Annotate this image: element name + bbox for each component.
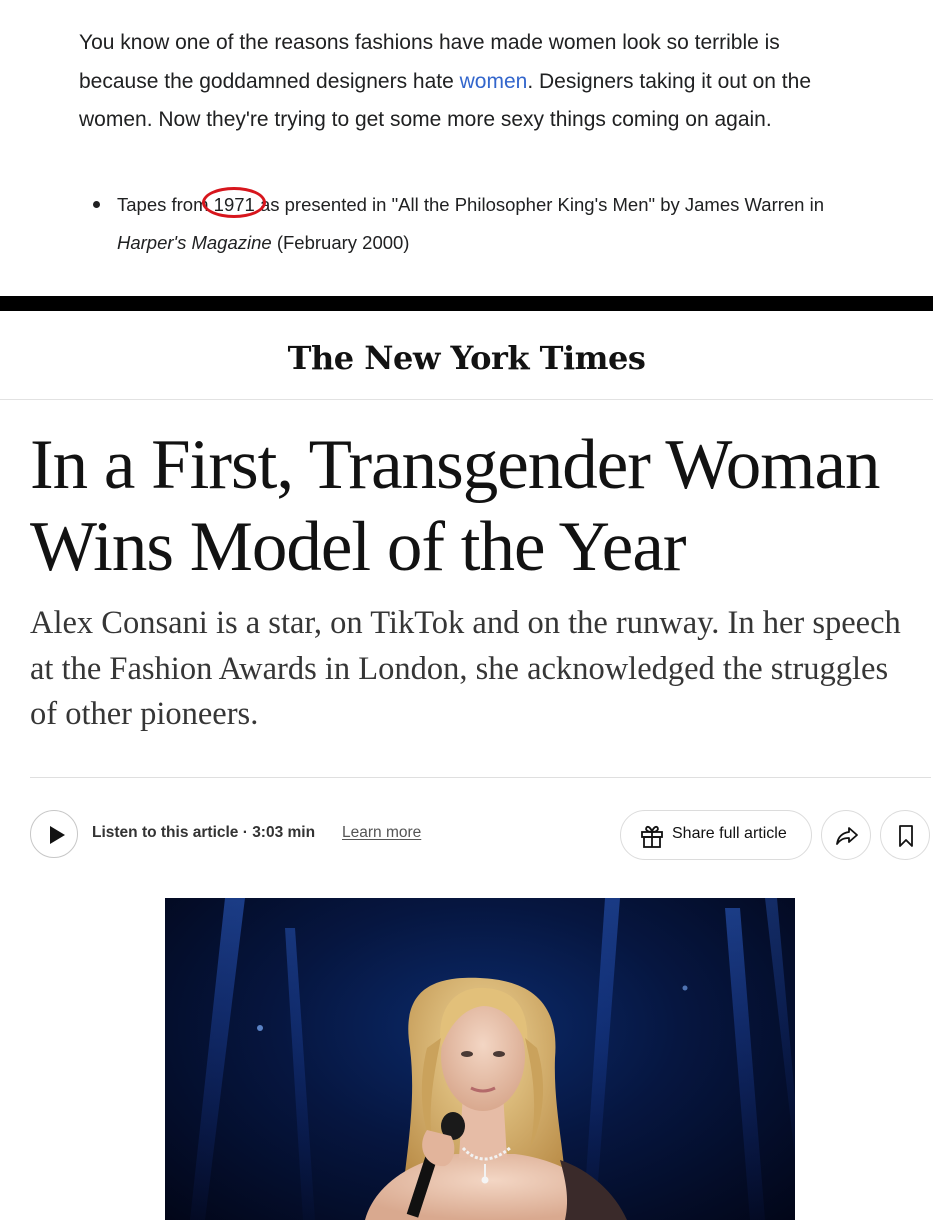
citation-prefix: Tapes from <box>117 194 214 215</box>
bullet-icon <box>93 201 100 208</box>
toolbar-divider <box>30 777 931 778</box>
women-link[interactable]: women <box>460 70 528 93</box>
model-on-stage-illustration <box>190 898 795 1220</box>
masthead-divider <box>0 399 933 400</box>
publication-name: Harper's Magazine <box>117 231 272 253</box>
source-citation: Tapes from 1971 as presented in "All the… <box>78 186 837 261</box>
share-full-article-label: Share full article <box>672 825 787 842</box>
nyt-masthead-logo[interactable]: The New York Times <box>0 339 933 377</box>
learn-more-link[interactable]: Learn more <box>342 824 421 842</box>
play-icon <box>50 826 65 844</box>
quote-text: You know one of the reasons fashions hav… <box>79 24 839 140</box>
circled-year: 1971 <box>201 186 266 224</box>
save-bookmark-button[interactable] <box>880 810 930 860</box>
source-list: Tapes from 1971 as presented in "All the… <box>78 186 837 261</box>
red-circle-annotation <box>201 187 266 218</box>
citation-suffix: (February 2000) <box>271 231 410 253</box>
black-divider-bar <box>0 296 933 311</box>
share-arrow-icon <box>836 827 858 845</box>
share-button[interactable] <box>821 810 871 860</box>
quote-section: You know one of the reasons fashions hav… <box>0 0 933 296</box>
bookmark-icon <box>899 825 913 847</box>
listen-label: Listen to this article · 3:03 min <box>92 824 316 841</box>
share-full-article-button[interactable]: Share full article <box>620 810 812 860</box>
gift-icon <box>641 825 663 848</box>
citation-middle: as presented in "All the Philosopher Kin… <box>254 194 825 215</box>
article-headline: In a First, Transgender Woman Wins Model… <box>30 426 880 586</box>
play-audio-button[interactable] <box>30 810 78 858</box>
article-photo <box>165 898 795 1220</box>
article-summary: Alex Consani is a star, on TikTok and on… <box>30 605 901 732</box>
